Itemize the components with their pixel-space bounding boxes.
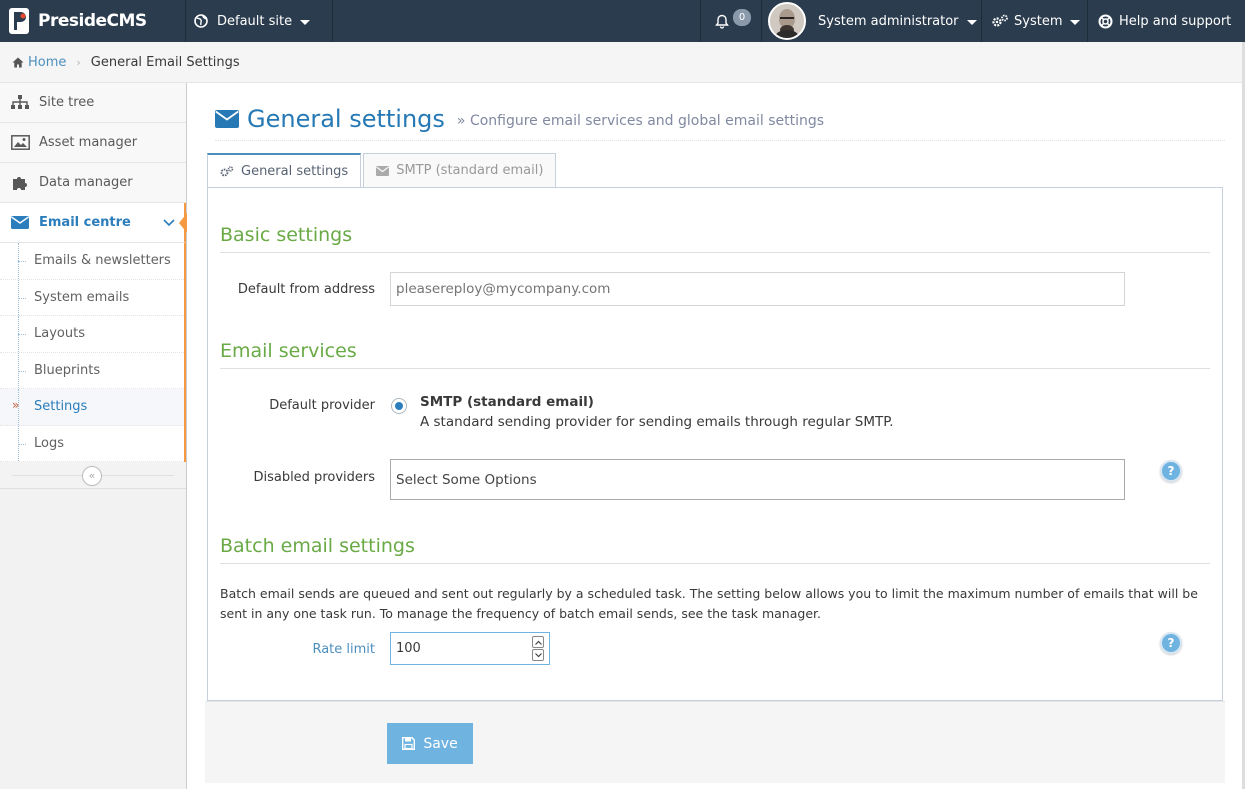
envelope-icon: [376, 165, 390, 176]
form-actions: Save: [205, 701, 1225, 783]
spinner-up-icon[interactable]: [532, 636, 544, 648]
sidebar: Site tree Asset manager Data manager Ema…: [0, 83, 187, 789]
home-icon: [12, 57, 24, 67]
collapse-sidebar-icon[interactable]: «: [82, 466, 102, 486]
default-provider-label: Default provider: [269, 398, 375, 413]
caret-down-icon: [300, 19, 311, 25]
chevron-down-icon: [163, 219, 175, 227]
sidebar-item-label: Blueprints: [34, 362, 101, 378]
rate-limit-label: Rate limit: [312, 642, 375, 657]
sidebar-item-label: Layouts: [34, 326, 85, 342]
sidebar-item-settings[interactable]: » Settings: [0, 389, 184, 426]
page-header: General settings » Configure email servi…: [215, 97, 1225, 141]
picture-icon: [10, 134, 30, 152]
caret-down-icon: [966, 19, 977, 25]
sidebar-item-label: Asset manager: [39, 135, 138, 150]
sidebar-collapse-bar: «: [0, 462, 186, 489]
email-centre-submenu: Emails & newsletters System emails Layou…: [0, 243, 186, 462]
sidebar-item-asset-manager[interactable]: Asset manager: [0, 123, 186, 163]
caret-down-icon: [1070, 19, 1081, 25]
page-subtitle: » Configure email services and global em…: [456, 112, 825, 129]
breadcrumb-home-link[interactable]: Home: [28, 55, 66, 70]
sidebar-item-system-emails[interactable]: System emails: [0, 279, 184, 316]
tab-smtp[interactable]: SMTP (standard email): [363, 153, 557, 188]
user-name: System administrator: [818, 13, 959, 29]
rate-limit-value: 100: [396, 641, 421, 656]
save-button-label: Save: [423, 735, 458, 752]
select-placeholder: Select Some Options: [396, 471, 537, 488]
spinner-down-icon[interactable]: [532, 649, 544, 661]
site-selector-label: Default site: [217, 13, 293, 29]
system-menu[interactable]: System: [981, 0, 1087, 42]
provider-description: A standard sending provider for sending …: [420, 414, 894, 430]
sidebar-item-label: Email centre: [39, 215, 131, 230]
sidebar-item-blueprints[interactable]: Blueprints: [0, 352, 184, 389]
system-menu-label: System: [1014, 13, 1063, 29]
section-heading-services: Email services: [220, 340, 1210, 369]
sidebar-item-label: Data manager: [39, 175, 133, 190]
envelope-icon: [10, 214, 30, 232]
rate-limit-input[interactable]: 100: [390, 632, 550, 665]
rate-limit-spinner[interactable]: [532, 636, 544, 661]
tab-general-settings[interactable]: General settings: [207, 153, 362, 188]
page-title: General settings: [247, 104, 445, 133]
puzzle-icon: [10, 174, 30, 192]
from-address-input[interactable]: [390, 272, 1125, 306]
from-address-label: Default from address: [237, 282, 375, 297]
tab-label: SMTP (standard email): [396, 163, 544, 178]
preside-logo-icon: [9, 8, 29, 34]
breadcrumb-separator-icon: ›: [76, 55, 81, 69]
sitemap-icon: [10, 94, 30, 112]
disabled-providers-label: Disabled providers: [253, 470, 375, 485]
brand-logo[interactable]: PresideCMS: [8, 0, 147, 42]
sidebar-item-label: Emails & newsletters: [34, 253, 171, 269]
cogs-icon: [220, 165, 234, 176]
sidebar-item-label: Settings: [34, 399, 88, 415]
main-content: General settings » Configure email servi…: [187, 83, 1245, 789]
sidebar-item-site-tree[interactable]: Site tree: [0, 83, 186, 123]
breadcrumb-current: General Email Settings: [90, 54, 240, 70]
save-button[interactable]: Save: [387, 723, 473, 764]
user-menu[interactable]: System administrator: [761, 0, 981, 42]
sidebar-item-email-centre[interactable]: Email centre: [0, 203, 187, 243]
life-ring-icon: [1098, 14, 1113, 28]
sidebar-item-layouts[interactable]: Layouts: [0, 316, 184, 353]
sidebar-item-logs[interactable]: Logs: [0, 425, 184, 462]
section-heading-batch: Batch email settings: [220, 535, 1210, 564]
avatar: [768, 2, 806, 40]
section-heading-basic: Basic settings: [220, 224, 1210, 253]
help-icon[interactable]: ?: [1160, 632, 1182, 654]
sidebar-item-label: Site tree: [39, 95, 95, 110]
double-angle-right-icon: »: [12, 398, 20, 412]
active-marker-icon: [179, 213, 187, 233]
notifications-button[interactable]: 0: [700, 0, 761, 42]
sidebar-item-emails-newsletters[interactable]: Emails & newsletters: [0, 243, 184, 280]
help-menu-label: Help and support: [1119, 13, 1232, 29]
batch-description: Batch email sends are queued and sent ou…: [220, 586, 1198, 621]
brand-name: PresideCMS: [38, 11, 147, 31]
provider-smtp-radio[interactable]: [391, 398, 407, 414]
provider-name: SMTP (standard email): [420, 394, 594, 410]
help-menu[interactable]: Help and support: [1087, 0, 1245, 42]
sidebar-item-label: System emails: [34, 289, 130, 305]
sidebar-item-data-manager[interactable]: Data manager: [0, 163, 186, 203]
envelope-icon: [215, 109, 239, 128]
bell-icon: [715, 14, 729, 29]
help-icon[interactable]: ?: [1160, 460, 1182, 482]
breadcrumb: Home › General Email Settings: [0, 42, 1245, 83]
tab-label: General settings: [241, 163, 349, 179]
cogs-icon: [992, 14, 1008, 27]
floppy-disk-icon: [402, 737, 416, 750]
notifications-badge: 0: [733, 8, 751, 26]
globe-icon: [194, 14, 208, 28]
top-navbar: PresideCMS Default site 0 System adminis…: [0, 0, 1245, 42]
disabled-providers-select[interactable]: Select Some Options: [390, 459, 1125, 500]
site-selector[interactable]: Default site: [185, 0, 333, 42]
tab-panel-general: Basic settings Default from address Emai…: [207, 187, 1223, 701]
sidebar-item-label: Logs: [34, 435, 64, 451]
settings-tabs: General settings SMTP (standard email): [207, 153, 558, 188]
